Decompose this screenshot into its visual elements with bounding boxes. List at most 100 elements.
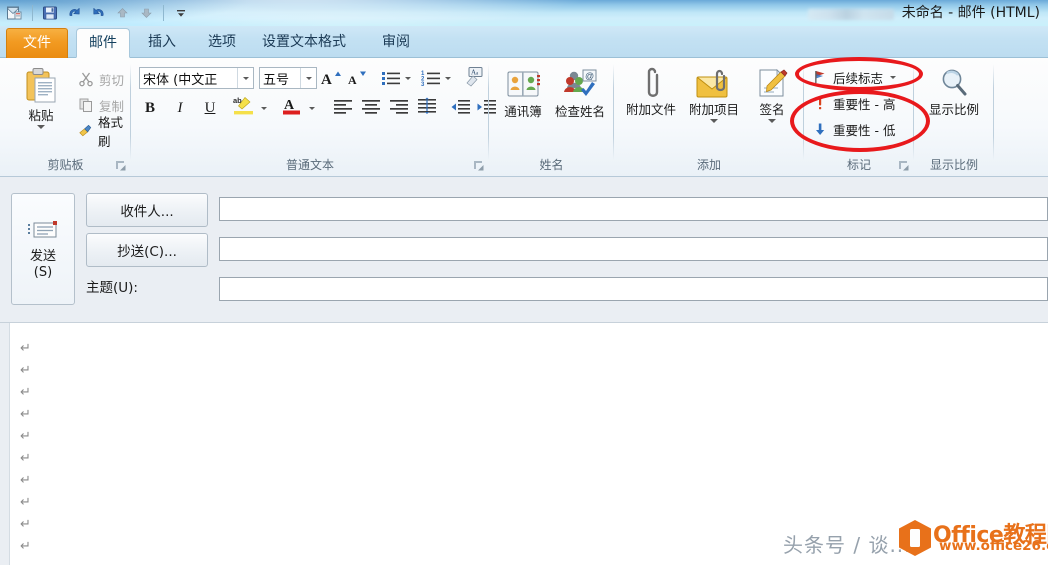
font-name-combo[interactable]: 宋体 (中文正 [139,67,254,89]
title-bar: 未命名 - 邮件 (HTML) [0,0,1048,26]
underline-button[interactable]: U [199,97,221,119]
compose-header: 发送 (S) 收件人... 抄送(C)... 主题(U): [0,177,1048,322]
save-icon[interactable] [39,3,61,23]
font-size-caret[interactable] [300,68,316,88]
text-highlight-button[interactable]: ab [231,95,257,117]
font-color-button[interactable]: A [279,95,305,117]
signature-button[interactable]: 签名 [748,64,796,124]
redacted-account-name [807,8,894,20]
bold-button[interactable]: B [139,97,161,119]
tab-mail[interactable]: 邮件 [76,28,130,58]
attach-item-button[interactable]: 附加项目 [682,64,746,124]
follow-up-label: 后续标志 [833,70,884,86]
clear-formatting-button[interactable]: A a [463,66,487,88]
previous-item-icon[interactable] [111,3,133,23]
italic-button[interactable]: I [169,97,191,119]
high-importance-label: 重要性 - 高 [833,96,896,112]
app-icon[interactable] [4,3,26,23]
signature-caret[interactable] [748,119,796,124]
attach-file-button[interactable]: 附加文件 [620,64,682,117]
grow-font-button[interactable]: A [319,67,343,89]
font-name-value: 宋体 (中文正 [143,72,218,88]
tab-options[interactable]: 选项 [196,28,248,58]
signature-label: 签名 [759,102,785,117]
include-group-label: 添加 [696,158,721,172]
highlight-caret[interactable] [257,97,271,119]
follow-up-caret[interactable] [890,75,897,79]
format-painter-button[interactable]: 格式刷 [78,115,131,149]
paragraph-mark: ↵ [20,385,31,400]
watermark-brand-url: www.office26.com [939,538,1048,554]
tab-file[interactable]: 文件 [6,28,68,58]
paragraph-mark: ↵ [20,341,31,356]
tab-format-text[interactable]: 设置文本格式 [250,28,358,58]
decrease-indent-button[interactable] [449,96,473,118]
redo-icon[interactable] [87,3,109,23]
ribbon-group-basic-text: 宋体 (中文正 五号 A A 1 2 3 A a B I U ab A 普通文本 [131,58,496,176]
to-button[interactable]: 收件人... [86,193,208,227]
send-label: 发送 [29,249,56,264]
line-spacing-button[interactable] [415,95,439,117]
names-group-label: 姓名 [539,158,564,172]
ribbon-group-zoom: 显示比例 显示比例 [914,58,994,176]
ribbon-group-clipboard: 粘贴 剪切 复制 格式刷 剪贴板 [0,58,131,176]
zoom-button[interactable]: 显示比例 [918,66,990,117]
tags-dialog-launcher[interactable] [898,160,910,172]
body-left-rail [0,323,10,565]
attach-item-caret[interactable] [682,119,746,124]
quick-access-toolbar[interactable] [4,2,192,24]
svg-text:A: A [321,72,332,88]
attach-file-label: 附加文件 [625,102,676,117]
shrink-font-button[interactable]: A [345,67,369,89]
check-names-button[interactable]: @ 检查姓名 [549,66,611,119]
ribbon: 粘贴 剪切 复制 格式刷 剪贴板 宋体 (中文正 五号 A A 1 2 3 A … [0,58,1048,177]
ribbon-tab-strip[interactable]: 文件 邮件 插入 选项 设置文本格式 审阅 [0,26,1048,58]
font-color-caret[interactable] [305,97,319,119]
qat-separator [32,5,33,21]
align-left-button[interactable] [331,96,355,118]
numbering-caret[interactable] [441,67,455,89]
address-book-label: 通讯簿 [504,104,542,119]
basic-text-dialog-launcher[interactable] [473,160,485,172]
address-book-button[interactable]: 通讯簿 [494,66,552,119]
customize-qat-icon[interactable] [170,3,192,23]
cut-button[interactable]: 剪切 [78,68,124,90]
message-body[interactable]: ↵ ↵ ↵ ↵ ↵ ↵ ↵ ↵ ↵ ↵ [0,322,1048,565]
paste-label: 粘贴 [28,108,54,123]
bullets-button[interactable] [379,67,403,89]
subject-input[interactable] [219,277,1048,301]
tab-review[interactable]: 审阅 [370,28,422,58]
align-center-button[interactable] [359,96,383,118]
svg-text:3: 3 [421,82,425,87]
low-importance-button[interactable]: 重要性 - 低 [812,118,895,140]
paragraph-mark: ↵ [20,407,31,422]
cc-input[interactable] [219,237,1048,261]
high-importance-button[interactable]: 重要性 - 高 [812,92,895,114]
send-button[interactable]: 发送 (S) [11,193,75,305]
follow-up-button[interactable]: 后续标志 [812,66,897,88]
svg-text:A: A [348,73,357,87]
to-input[interactable] [219,197,1048,221]
paragraph-mark: ↵ [20,429,31,444]
ribbon-group-include: 附加文件 附加项目 签名 添加 [614,58,804,176]
bullets-caret[interactable] [401,67,415,89]
paste-dropdown-caret[interactable] [10,125,72,130]
clipboard-dialog-launcher[interactable] [115,160,127,172]
paragraph-mark: ↵ [20,539,31,554]
numbering-button[interactable]: 123 [419,67,443,89]
undo-icon[interactable] [63,3,85,23]
zoom-group-label: 显示比例 [929,158,978,172]
check-names-label: 检查姓名 [554,104,605,119]
clipboard-group-label: 剪贴板 [47,158,84,172]
font-size-combo[interactable]: 五号 [259,67,317,89]
format-painter-label: 格式刷 [97,115,123,149]
align-right-button[interactable] [387,96,411,118]
cc-button[interactable]: 抄送(C)... [86,233,208,267]
window-title: 未命名 - 邮件 (HTML) [901,5,1040,21]
svg-text:@: @ [585,71,594,81]
paste-button[interactable]: 粘贴 [10,66,72,130]
next-item-icon[interactable] [135,3,157,23]
cut-label: 剪切 [99,72,125,88]
tab-insert[interactable]: 插入 [136,28,188,58]
font-name-caret[interactable] [237,68,253,88]
